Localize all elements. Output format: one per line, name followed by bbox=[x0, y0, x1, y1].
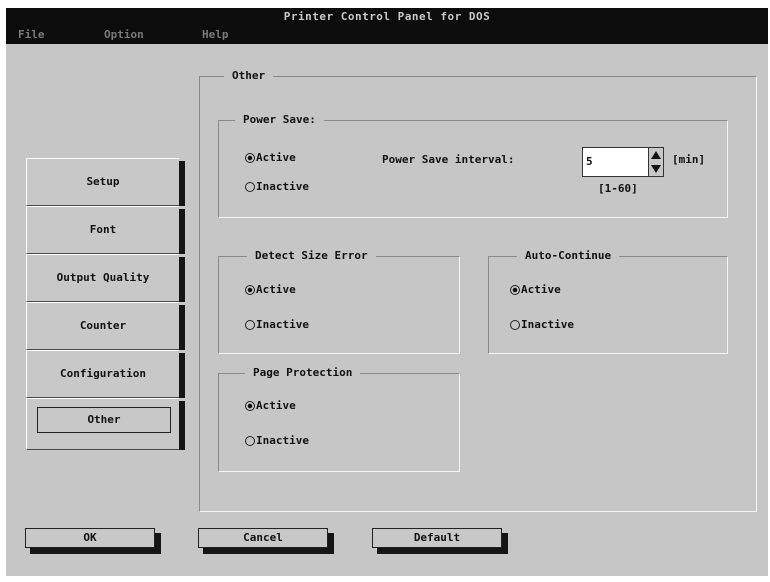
radio-selected-icon bbox=[245, 153, 255, 163]
default-button[interactable]: Default bbox=[372, 528, 508, 554]
detect-size-error-inactive-radio[interactable]: Inactive bbox=[245, 318, 309, 331]
power-save-interval-value: 5 bbox=[586, 155, 593, 168]
power-save-interval-label: Power Save interval: bbox=[382, 153, 515, 166]
auto-continue-title: Auto-Continue bbox=[517, 249, 620, 263]
ok-button-label: OK bbox=[83, 531, 97, 544]
tab-other-focus-frame: Other bbox=[37, 407, 171, 433]
auto-continue-active-radio[interactable]: Active bbox=[510, 283, 561, 296]
page-protection-inactive-label: Inactive bbox=[256, 434, 309, 447]
radio-unselected-icon bbox=[245, 320, 255, 330]
radio-unselected-icon bbox=[245, 182, 255, 192]
auto-continue-inactive-radio[interactable]: Inactive bbox=[510, 318, 574, 331]
page-protection-group: Page Protection bbox=[218, 366, 460, 472]
power-save-title: Power Save: bbox=[235, 113, 324, 127]
tab-configuration[interactable]: Configuration bbox=[26, 350, 185, 398]
other-group-title: Other bbox=[224, 69, 274, 83]
power-save-inactive-radio[interactable]: Inactive bbox=[245, 180, 309, 193]
tab-counter[interactable]: Counter bbox=[26, 302, 185, 350]
cancel-button-label: Cancel bbox=[243, 531, 283, 544]
page-protection-title: Page Protection bbox=[245, 366, 361, 380]
tab-setup[interactable]: Setup bbox=[26, 158, 185, 206]
title-bar: Printer Control Panel for DOS bbox=[6, 8, 768, 26]
tab-font[interactable]: Font bbox=[26, 206, 185, 254]
window-title: Printer Control Panel for DOS bbox=[283, 10, 491, 23]
tab-setup-label: Setup bbox=[86, 175, 120, 188]
interval-unit-label: [min] bbox=[672, 153, 706, 166]
radio-selected-icon bbox=[510, 285, 520, 295]
power-save-interval-input[interactable]: 5 bbox=[582, 147, 650, 177]
radio-unselected-icon bbox=[510, 320, 520, 330]
tab-output-quality[interactable]: Output Quality bbox=[26, 254, 185, 302]
power-save-inactive-label: Inactive bbox=[256, 180, 309, 193]
page-protection-active-label: Active bbox=[256, 399, 296, 412]
ok-button[interactable]: OK bbox=[25, 528, 161, 554]
page-protection-inactive-radio[interactable]: Inactive bbox=[245, 434, 309, 447]
detect-size-error-active-radio[interactable]: Active bbox=[245, 283, 296, 296]
detect-size-error-active-label: Active bbox=[256, 283, 296, 296]
auto-continue-inactive-label: Inactive bbox=[521, 318, 574, 331]
tab-output-quality-label: Output Quality bbox=[56, 271, 150, 284]
detect-size-error-inactive-label: Inactive bbox=[256, 318, 309, 331]
radio-selected-icon bbox=[245, 401, 255, 411]
power-save-active-radio[interactable]: Active bbox=[245, 151, 296, 164]
default-button-label: Default bbox=[413, 531, 461, 544]
radio-unselected-icon bbox=[245, 436, 255, 446]
menu-bar: File Option Help bbox=[6, 26, 768, 44]
tab-font-label: Font bbox=[89, 223, 117, 236]
menu-option[interactable]: Option bbox=[104, 26, 144, 44]
interval-spinner[interactable] bbox=[648, 147, 664, 177]
menu-file[interactable]: File bbox=[18, 26, 45, 44]
interval-range-label: [1-60] bbox=[598, 182, 638, 195]
detect-size-error-title: Detect Size Error bbox=[247, 249, 376, 263]
tab-other[interactable]: Other bbox=[26, 398, 185, 450]
spinner-arrows-icon bbox=[651, 151, 661, 173]
cancel-button[interactable]: Cancel bbox=[198, 528, 334, 554]
auto-continue-active-label: Active bbox=[521, 283, 561, 296]
power-save-active-label: Active bbox=[256, 151, 296, 164]
radio-selected-icon bbox=[245, 285, 255, 295]
page-protection-active-radio[interactable]: Active bbox=[245, 399, 296, 412]
detect-size-error-group: Detect Size Error bbox=[218, 249, 460, 354]
tab-configuration-label: Configuration bbox=[59, 367, 147, 380]
tab-counter-label: Counter bbox=[79, 319, 127, 332]
tab-other-label: Other bbox=[87, 413, 121, 426]
menu-help[interactable]: Help bbox=[202, 26, 229, 44]
auto-continue-group: Auto-Continue bbox=[488, 249, 728, 354]
